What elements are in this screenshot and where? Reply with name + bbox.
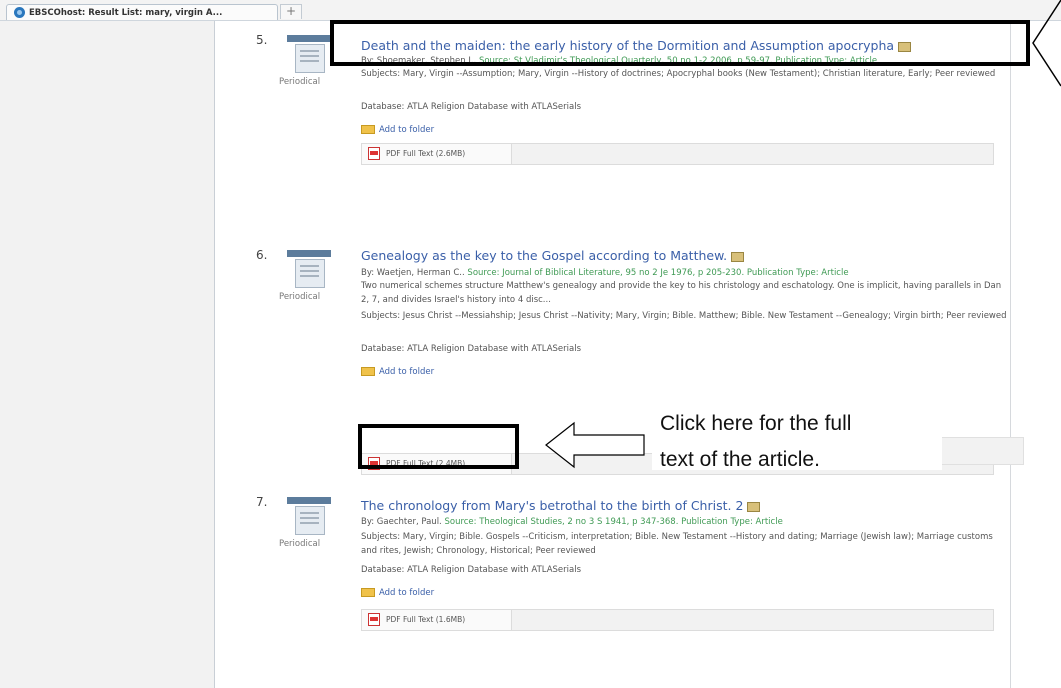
browser-tab-title: EBSCOhost: Result List: mary, virgin A..… — [29, 8, 223, 18]
browser-tab-strip: EBSCOhost: Result List: mary, virgin A..… — [0, 0, 1061, 21]
folder-icon — [361, 588, 375, 597]
publication-type-label: Periodical — [279, 77, 321, 87]
browser-tab[interactable]: EBSCOhost: Result List: mary, virgin A..… — [6, 4, 278, 20]
result-subjects: Subjects: Mary, Virgin; Bible. Gospels -… — [361, 532, 993, 556]
pdf-highlight-box — [358, 424, 519, 469]
pdf-icon — [368, 147, 380, 160]
pdf-full-text-link[interactable]: PDF Full Text (1.6MB) — [362, 610, 512, 630]
folder-icon — [361, 367, 375, 376]
periodical-icon — [287, 35, 331, 73]
result-number: 6. — [256, 248, 268, 262]
annotation-line-2: text of the article. — [660, 448, 820, 471]
result-database: Database: ATLA Religion Database with AT… — [361, 344, 582, 354]
periodical-icon — [287, 497, 331, 535]
add-to-folder-link[interactable]: Add to folder — [361, 367, 434, 377]
result-database: Database: ATLA Religion Database with AT… — [361, 102, 582, 112]
result-byline: By: Gaechter, Paul. Source: Theological … — [361, 517, 783, 527]
pdf-icon — [368, 613, 380, 626]
title-callout-arrow — [1032, 0, 1061, 87]
new-tab-button[interactable]: + — [280, 4, 302, 19]
title-highlight-box — [330, 20, 1030, 66]
full-record-icon[interactable] — [747, 501, 761, 512]
result-number: 5. — [256, 33, 268, 47]
result-database: Database: ATLA Religion Database with AT… — [361, 565, 582, 575]
periodical-icon — [287, 250, 331, 288]
result-list: 5. Periodical Death and the maiden: the … — [214, 21, 1011, 688]
full-text-bar: PDF Full Text (1.6MB) — [361, 609, 994, 631]
annotation-line-1: Click here for the full — [660, 412, 852, 435]
full-text-bar: PDF Full Text (2.6MB) — [361, 143, 994, 165]
annotation-note: Click here for the full text of the arti… — [660, 406, 851, 478]
result-title-link[interactable]: Genealogy as the key to the Gospel accor… — [361, 248, 745, 263]
publication-type-label: Periodical — [279, 539, 321, 549]
result-number: 7. — [256, 495, 268, 509]
left-gutter — [0, 21, 214, 688]
result-subjects: Subjects: Jesus Christ --Messiahship; Je… — [361, 311, 1007, 321]
pdf-full-text-link[interactable]: PDF Full Text (2.6MB) — [362, 144, 512, 164]
add-to-folder-link[interactable]: Add to folder — [361, 125, 434, 135]
result-byline: By: Waetjen, Herman C.. Source: Journal … — [361, 268, 849, 278]
result-abstract: Two numerical schemes structure Matthew'… — [361, 281, 1002, 305]
publication-type-label: Periodical — [279, 292, 321, 302]
result-title-link[interactable]: The chronology from Mary's betrothal to … — [361, 498, 761, 513]
left-arrow-icon — [545, 421, 645, 469]
folder-icon — [361, 125, 375, 134]
add-to-folder-link[interactable]: Add to folder — [361, 588, 434, 598]
ebsco-favicon-icon — [14, 7, 25, 18]
full-record-icon[interactable] — [731, 251, 745, 262]
result-subjects: Subjects: Mary, Virgin --Assumption; Mar… — [361, 69, 996, 79]
